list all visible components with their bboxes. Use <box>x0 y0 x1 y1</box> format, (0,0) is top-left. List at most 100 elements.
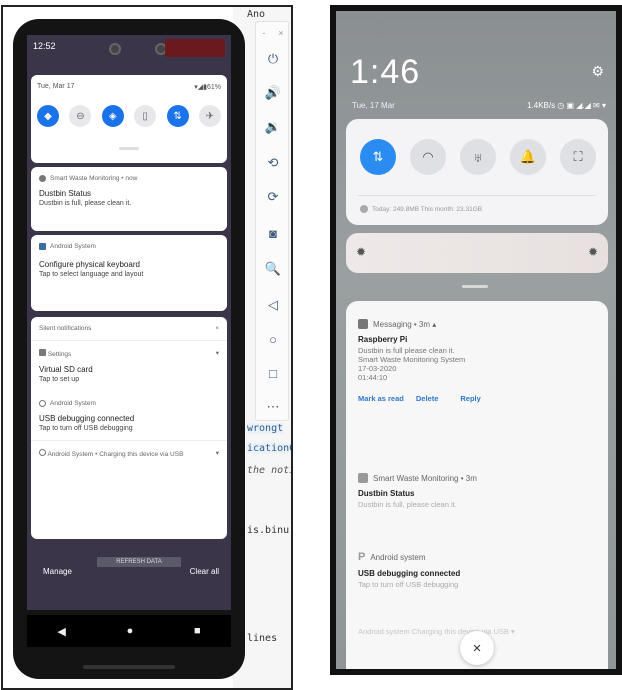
mark-as-read-button[interactable]: Mark as read <box>358 394 404 403</box>
notification-app: Messaging • 3m ▴ <box>373 319 437 329</box>
gear-icon[interactable]: ⚙ <box>591 63 604 80</box>
ide-code-line: icationC <box>247 443 291 454</box>
emulator-toolbar-header: - × <box>256 22 290 44</box>
notification-keyboard[interactable]: Android System Configure physical keyboa… <box>31 235 227 311</box>
quick-settings-panel: ⇅ ◠ ♅ 🔔 ⛶ Today: 249.8MB This month: 23.… <box>346 119 608 225</box>
qs-tile-screenshot[interactable]: ⛶ <box>560 139 596 175</box>
notification-settings[interactable]: Settings ▾ Virtual SD card Tap to set up <box>39 349 219 383</box>
zoom-button[interactable]: 🔍 <box>262 258 284 280</box>
emulator-overlay-bar <box>165 39 225 57</box>
nav-back-button[interactable]: ◀ <box>57 625 65 638</box>
notification-title: Dustbin Status <box>358 489 415 498</box>
clock: 1:46 <box>350 53 421 91</box>
divider <box>358 195 596 196</box>
notification-app: Smart Waste Monitoring • now <box>50 175 138 182</box>
phone-screen: 12:52 Tue, Mar 17 ▾◢▮61% ◆ ⊖ ◈ ▯ ⇅ ✈ Sma… <box>27 35 231 610</box>
date: Tue, 17 Mar <box>352 101 395 110</box>
qs-tile-autorotate[interactable]: ◈ <box>101 105 124 127</box>
notification-actions: Manage Clear all <box>27 567 231 587</box>
volume-up-icon: 🔊 <box>264 85 282 100</box>
notification-list: Messaging • 3m ▴ Raspberry Pi Dustbin is… <box>346 301 608 669</box>
battery-status: ▾◢▮61% <box>194 84 221 91</box>
volume-up-button[interactable]: 🔊 <box>262 82 284 104</box>
close-icon: × <box>472 639 482 657</box>
qs-tile-wifi[interactable]: ◆ <box>37 105 59 127</box>
home-button[interactable]: ○ <box>262 328 284 350</box>
notification-text: Dustbin is full, please clean it. <box>358 500 457 509</box>
notification-app: Android system <box>370 552 426 562</box>
qs-date: Tue, Mar 17 <box>37 83 75 90</box>
volume-down-icon: 🔉 <box>264 119 282 134</box>
status-time: 12:52 <box>33 41 56 51</box>
more-icon: ⋯ <box>266 399 280 414</box>
qs-tile-dnd[interactable]: ⊖ <box>69 105 92 127</box>
clear-all-button[interactable]: Clear all <box>190 567 219 576</box>
settings-icon <box>39 349 46 356</box>
notification-usb-debugging[interactable]: Android System USB debugging connected T… <box>39 400 219 432</box>
rotate-right-button[interactable]: ⟳ <box>262 186 284 208</box>
notification-smart-waste[interactable]: Smart Waste Monitoring • now Dustbin Sta… <box>31 167 227 231</box>
home-icon: ○ <box>269 331 277 347</box>
chevron-down-icon[interactable]: ▾ <box>216 449 219 458</box>
screenshot-icon: ⛶ <box>573 149 583 164</box>
message-line: Smart Waste Monitoring System <box>358 355 466 364</box>
qs-tile-data[interactable]: ⇅ <box>166 105 189 127</box>
autorotate-icon: ◈ <box>108 110 117 122</box>
notification-messaging[interactable]: Messaging • 3m ▴ Raspberry Pi Dustbin is… <box>358 319 598 403</box>
qs-tile-airplane[interactable]: ✈ <box>198 105 221 127</box>
rotate-right-icon: ⟳ <box>267 189 279 204</box>
qs-tile-wifi[interactable]: ◠ <box>410 139 446 175</box>
camera-icon: ◙ <box>269 225 277 241</box>
quick-settings-tiles: ◆ ⊖ ◈ ▯ ⇅ ✈ <box>37 105 221 127</box>
back-icon: ◁ <box>268 297 278 312</box>
divider <box>31 340 227 341</box>
data-usage: Today: 249.8MB This month: 23.31GB <box>372 205 483 213</box>
ide-code-line: wrongt <box>247 423 284 434</box>
nav-recents-button[interactable]: ■ <box>194 625 201 637</box>
notification-smart-waste[interactable]: Smart Waste Monitoring • 3m Dustbin Stat… <box>358 473 598 509</box>
brightness-slider[interactable]: ✹ ✹ <box>346 233 608 273</box>
notification-app: Settings <box>47 351 72 358</box>
volume-down-button[interactable]: 🔉 <box>262 116 284 138</box>
quick-settings-tiles: ⇅ ◠ ♅ 🔔 ⛶ <box>360 139 596 175</box>
wifi-icon: ◠ <box>422 149 434 164</box>
phone-body: 12:52 Tue, Mar 17 ▾◢▮61% ◆ ⊖ ◈ ▯ ⇅ ✈ Sma… <box>13 19 245 679</box>
more-button[interactable]: ⋯ <box>262 396 284 418</box>
data-usage-icon <box>360 205 368 213</box>
qs-tile-sound[interactable]: 🔔 <box>510 139 546 175</box>
chevron-down-icon[interactable]: ▾ <box>216 349 219 358</box>
screenshot-button[interactable]: ◙ <box>262 222 284 244</box>
back-button[interactable]: ◁ <box>262 294 284 316</box>
notification-text: Tap to select language and layout <box>39 271 144 278</box>
nav-home-button[interactable]: ● <box>127 625 134 637</box>
overview-button[interactable]: □ <box>262 362 284 384</box>
qs-tile-data[interactable]: ⇅ <box>360 139 396 175</box>
rotate-left-button[interactable]: ⟲ <box>262 152 284 174</box>
quick-settings-panel: Tue, Mar 17 ▾◢▮61% ◆ ⊖ ◈ ▯ ⇅ ✈ <box>31 75 227 163</box>
notification-android-system[interactable]: P Android system USB debugging connected … <box>358 551 598 589</box>
close-button[interactable]: × <box>460 631 494 665</box>
shade-drag-handle[interactable] <box>462 285 488 288</box>
power-button[interactable]: ⏻ <box>262 48 284 70</box>
overlay-label: REFRESH DATA <box>97 557 181 567</box>
qs-tile-flashlight[interactable]: ♅ <box>460 139 496 175</box>
notification-title: Virtual SD card <box>39 365 93 374</box>
brightness-high-icon: ✹ <box>587 245 598 259</box>
phone-screenshot-frame: 1:46 ⚙ Tue, 17 Mar 1.4KB/s ◷ ▣ ◢.◢ ✉ ▾ ⇅… <box>330 5 622 675</box>
android-icon <box>39 400 46 407</box>
manage-button[interactable]: Manage <box>43 567 72 576</box>
app-icon <box>358 473 368 483</box>
ide-code-line: Ano <box>247 9 266 20</box>
minimize-button[interactable]: - <box>262 28 265 38</box>
notification-app: Smart Waste Monitoring • 3m <box>373 473 477 483</box>
notification-text: Tap to set up <box>39 376 80 383</box>
ide-code-line: is.binu <box>247 525 290 536</box>
delete-button[interactable]: Delete <box>416 394 439 403</box>
close-button[interactable]: × <box>278 28 283 38</box>
notification-charging[interactable]: Android System • Charging this device vi… <box>39 449 219 458</box>
reply-button[interactable]: Reply <box>460 394 480 403</box>
emulator-window: Ano wrongt icationC the noti is.binu lin… <box>1 5 293 690</box>
close-icon[interactable]: × <box>215 325 219 332</box>
qs-tile-battery-saver[interactable]: ▯ <box>134 105 157 127</box>
qs-drag-handle[interactable] <box>119 147 139 150</box>
